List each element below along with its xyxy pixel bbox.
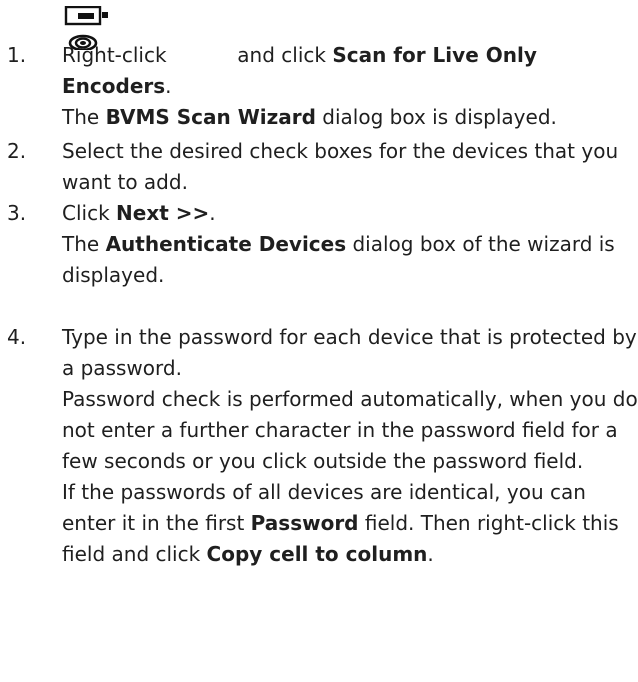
step-number: 1.: [7, 43, 27, 67]
step-note: Password check is performed automaticall…: [62, 387, 638, 473]
step-number: 2.: [7, 139, 27, 163]
step-number: 4.: [7, 325, 27, 349]
step-instruction: Select the desired check boxes for the d…: [62, 139, 619, 194]
step-note: If the passwords of all devices are iden…: [62, 477, 638, 570]
button-label: Next >>: [116, 201, 210, 225]
result-text: The: [62, 232, 106, 256]
step-3: 3. Click Next >>. The Authenticate Devic…: [0, 198, 638, 291]
step-instruction: Click Next >>.: [62, 198, 638, 229]
step-result: The BVMS Scan Wizard dialog box is displ…: [62, 102, 638, 133]
icon-placeholder: [173, 52, 231, 62]
step-2: 2. Select the desired check boxes for th…: [0, 136, 638, 198]
dialog-name: BVMS Scan Wizard: [105, 105, 316, 129]
step-number: 3.: [7, 201, 27, 225]
instruction-text: Click: [62, 201, 117, 225]
instruction-text: Right-click: [62, 43, 173, 67]
note-text: .: [427, 542, 434, 566]
step-result: The Authenticate Devices dialog box of t…: [62, 229, 638, 291]
step-1: 1. Right-click and click Scan for Live O…: [0, 40, 638, 133]
step-instruction: Right-click and click Scan for Live Only…: [62, 40, 638, 102]
step-instruction: Type in the password for each device tha…: [62, 325, 637, 380]
menu-command-label: Copy cell to column: [206, 542, 428, 566]
result-text: dialog box is displayed.: [315, 105, 557, 129]
step-4: 4. Type in the password for each device …: [0, 322, 638, 570]
instruction-text: .: [165, 74, 172, 98]
instruction-text: and click: [230, 43, 333, 67]
result-text: The: [62, 105, 106, 129]
instruction-text: .: [209, 201, 216, 225]
dialog-name: Authenticate Devices: [105, 232, 347, 256]
field-name: Password: [250, 511, 359, 535]
